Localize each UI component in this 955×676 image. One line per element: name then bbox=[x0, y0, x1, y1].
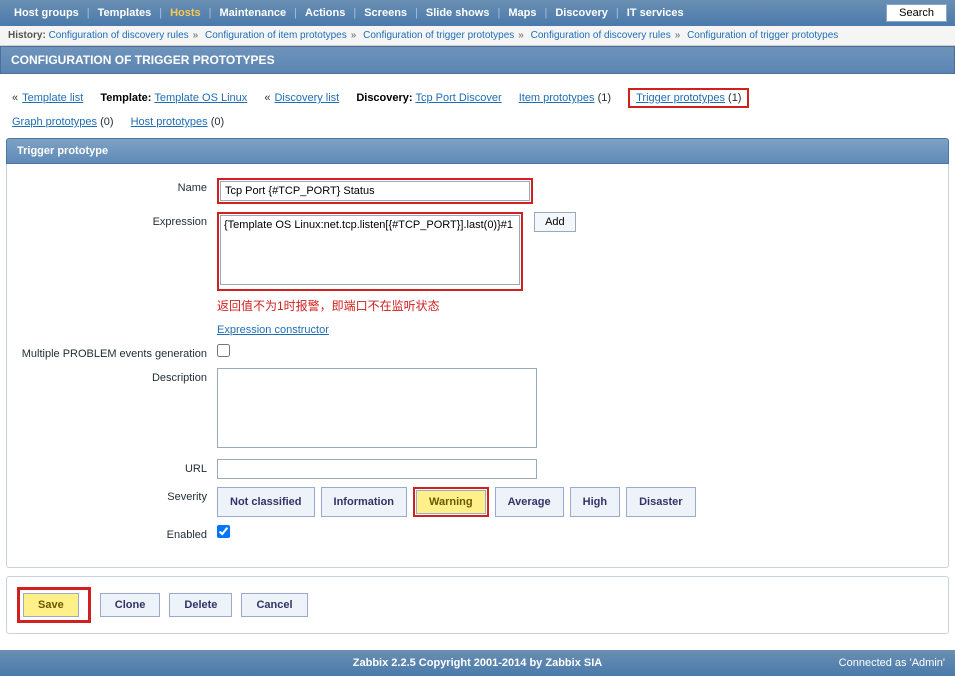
crumb-template-name[interactable]: Template OS Linux bbox=[154, 92, 247, 104]
crumb-graph-proto[interactable]: Graph prototypes bbox=[12, 116, 97, 128]
crumb-host-proto[interactable]: Host prototypes bbox=[131, 116, 208, 128]
cancel-button[interactable]: Cancel bbox=[241, 593, 307, 617]
severity-group: Not classified Information Warning Avera… bbox=[217, 487, 696, 517]
nav-host-groups[interactable]: Host groups bbox=[8, 5, 85, 21]
nav-maps[interactable]: Maps bbox=[502, 5, 542, 21]
crumb-discovery-name[interactable]: Tcp Port Discover bbox=[415, 92, 501, 104]
crumb-template-label: Template: bbox=[100, 92, 151, 104]
footer: Zabbix 2.2.5 Copyright 2001-2014 by Zabb… bbox=[0, 650, 955, 676]
footer-text: Zabbix 2.2.5 Copyright 2001-2014 by Zabb… bbox=[353, 657, 602, 669]
url-input[interactable] bbox=[217, 459, 537, 479]
top-nav: Host groups| Templates| Hosts| Maintenan… bbox=[0, 0, 955, 26]
clone-button[interactable]: Clone bbox=[100, 593, 161, 617]
crumb-trigger-proto[interactable]: Trigger prototypes bbox=[636, 92, 725, 104]
nav-actions[interactable]: Actions bbox=[299, 5, 351, 21]
crumb-trig-count: (1) bbox=[728, 92, 741, 104]
history-link[interactable]: Configuration of trigger prototypes bbox=[363, 30, 514, 41]
severity-not-classified[interactable]: Not classified bbox=[217, 487, 315, 517]
nav-hosts[interactable]: Hosts bbox=[164, 5, 207, 21]
history-link[interactable]: Configuration of discovery rules bbox=[49, 30, 189, 41]
severity-warning[interactable]: Warning bbox=[416, 490, 486, 514]
expression-textarea[interactable] bbox=[220, 215, 520, 285]
expression-label: Expression bbox=[17, 212, 217, 228]
nav-templates[interactable]: Templates bbox=[92, 5, 158, 21]
crumb-discovery-label: Discovery: bbox=[356, 92, 412, 104]
form: Name Expression Add 返回值不为1时报警，即端口不在监听状态 … bbox=[6, 164, 949, 568]
description-textarea[interactable] bbox=[217, 368, 537, 448]
search-button[interactable]: Search bbox=[886, 4, 947, 22]
nav-sep: | bbox=[85, 7, 92, 19]
crumb-item-count: (1) bbox=[598, 92, 611, 104]
nav-it-services[interactable]: IT services bbox=[621, 5, 690, 21]
annotation-text: 返回值不为1时报警，即端口不在监听状态 bbox=[217, 297, 576, 314]
crumb-host-count: (0) bbox=[211, 116, 224, 128]
history-bar: History: Configuration of discovery rule… bbox=[0, 26, 955, 46]
history-label: History: bbox=[8, 30, 46, 41]
nav-discovery[interactable]: Discovery bbox=[549, 5, 614, 21]
enabled-label: Enabled bbox=[17, 525, 217, 541]
delete-button[interactable]: Delete bbox=[169, 593, 232, 617]
severity-average[interactable]: Average bbox=[495, 487, 564, 517]
severity-information[interactable]: Information bbox=[321, 487, 408, 517]
crumb-template-list[interactable]: Template list bbox=[22, 92, 83, 104]
url-label: URL bbox=[17, 459, 217, 475]
severity-disaster[interactable]: Disaster bbox=[626, 487, 695, 517]
crumb-discovery-list[interactable]: Discovery list bbox=[274, 92, 339, 104]
footer-user: Connected as 'Admin' bbox=[839, 657, 945, 669]
section-header: Trigger prototype bbox=[6, 138, 949, 164]
crumb-trigger-proto-box: Trigger prototypes (1) bbox=[628, 88, 749, 108]
breadcrumb: «Template list Template: Template OS Lin… bbox=[0, 74, 955, 138]
name-input[interactable] bbox=[220, 181, 530, 201]
add-button[interactable]: Add bbox=[534, 212, 576, 232]
expression-constructor-link[interactable]: Expression constructor bbox=[217, 324, 329, 336]
severity-label: Severity bbox=[17, 487, 217, 503]
multiple-problem-checkbox[interactable] bbox=[217, 344, 230, 357]
history-link[interactable]: Configuration of item prototypes bbox=[205, 30, 347, 41]
name-label: Name bbox=[17, 178, 217, 194]
description-label: Description bbox=[17, 368, 217, 384]
severity-high[interactable]: High bbox=[570, 487, 620, 517]
save-button[interactable]: Save bbox=[23, 593, 79, 617]
enabled-checkbox[interactable] bbox=[217, 525, 230, 538]
nav-screens[interactable]: Screens bbox=[358, 5, 413, 21]
nav-maintenance[interactable]: Maintenance bbox=[214, 5, 293, 21]
page-title: CONFIGURATION OF TRIGGER PROTOTYPES bbox=[0, 46, 955, 74]
nav-slide-shows[interactable]: Slide shows bbox=[420, 5, 496, 21]
history-link[interactable]: Configuration of discovery rules bbox=[531, 30, 671, 41]
crumb-graph-count: (0) bbox=[100, 116, 113, 128]
multiple-problem-label: Multiple PROBLEM events generation bbox=[17, 344, 217, 360]
history-link[interactable]: Configuration of trigger prototypes bbox=[687, 30, 838, 41]
crumb-item-proto[interactable]: Item prototypes bbox=[519, 92, 595, 104]
